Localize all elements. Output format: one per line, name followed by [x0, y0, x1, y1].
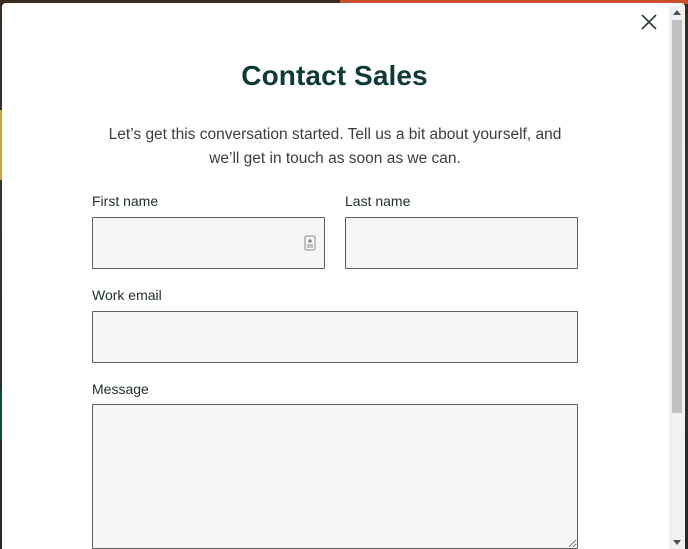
last-name-label: Last name: [345, 193, 411, 209]
last-name-input[interactable]: [345, 217, 578, 269]
first-name-wrapper: [92, 217, 325, 269]
message-label: Message: [92, 381, 149, 397]
modal-title: Contact Sales: [241, 60, 428, 91]
scroll-up-arrow-icon[interactable]: [669, 6, 685, 20]
work-email-label: Work email: [92, 287, 162, 303]
first-name-input[interactable]: [92, 217, 325, 269]
close-icon: [641, 14, 657, 30]
work-email-input[interactable]: [92, 311, 578, 363]
scrollbar-thumb[interactable]: [672, 20, 682, 413]
modal-subtitle: Let’s get this conversation started. Tel…: [108, 126, 562, 167]
message-textarea[interactable]: [92, 404, 578, 549]
first-name-label: First name: [92, 193, 159, 209]
modal-scrollbar[interactable]: [669, 6, 685, 549]
contact-sales-modal: Contact Sales Let’s get this conversatio…: [2, 3, 685, 549]
scroll-down-arrow-icon[interactable]: [669, 535, 685, 549]
close-button[interactable]: [638, 11, 660, 33]
contact-card-icon[interactable]: [304, 235, 316, 251]
